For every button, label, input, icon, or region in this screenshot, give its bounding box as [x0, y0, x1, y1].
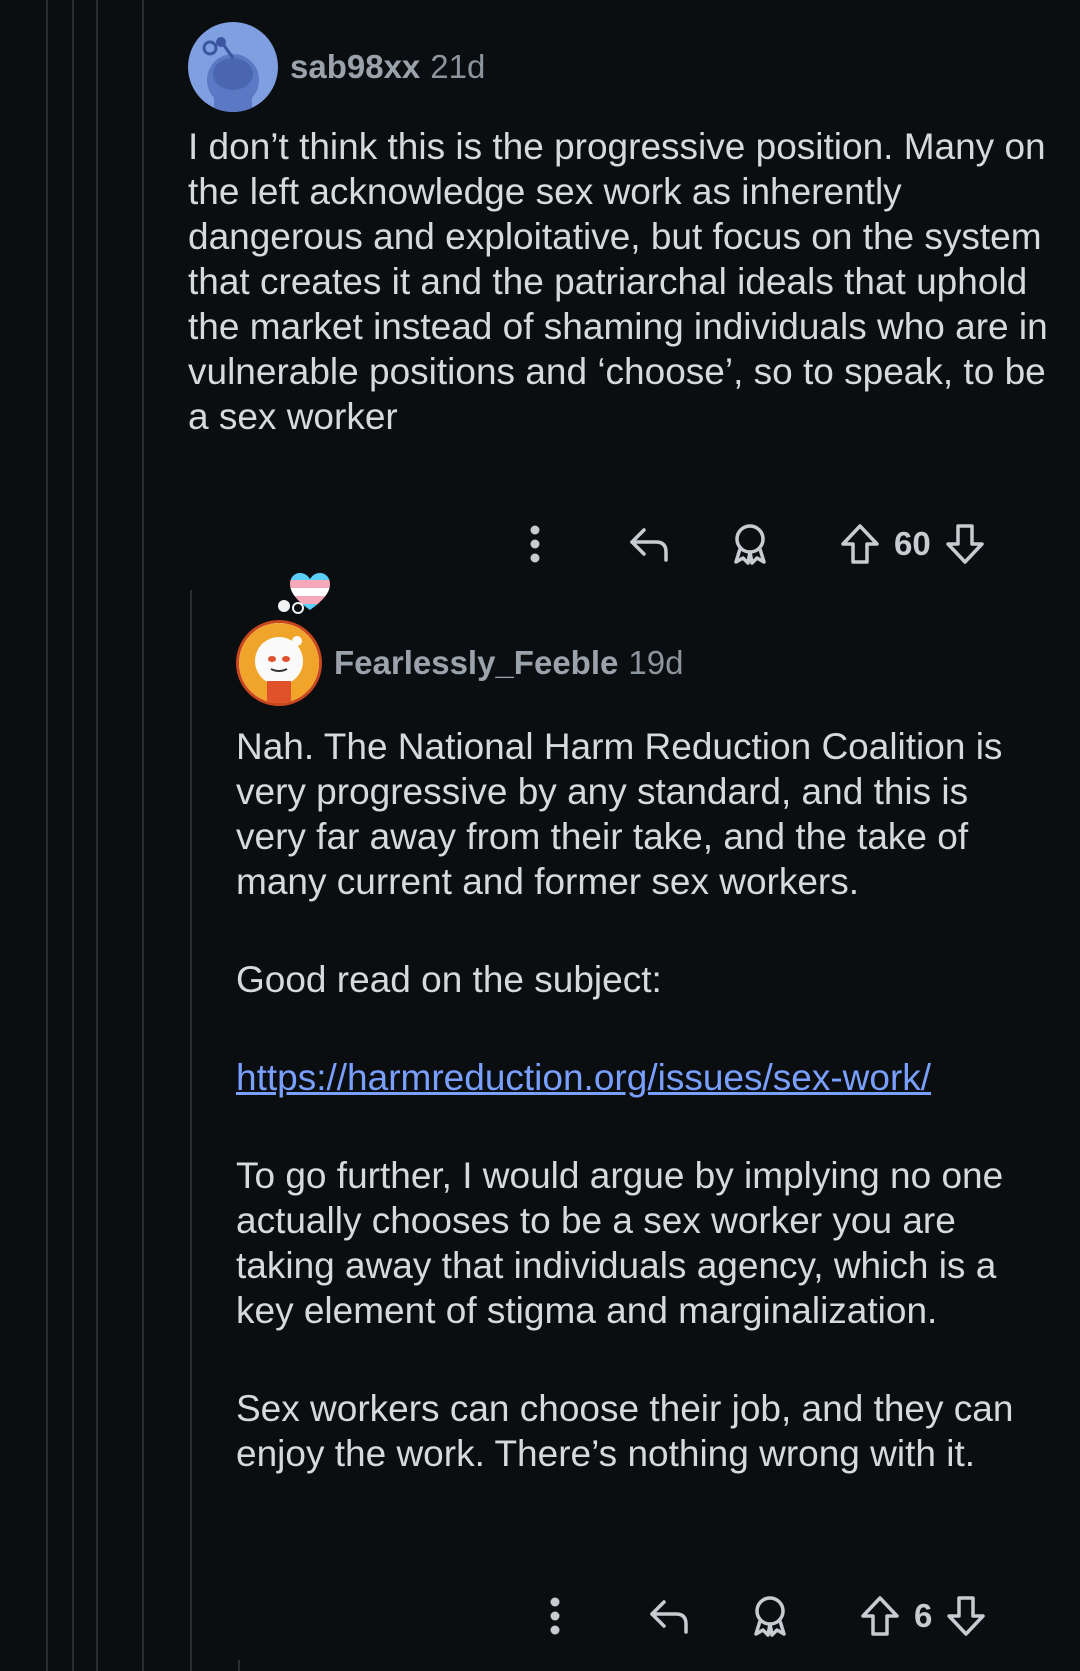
comment-age: 19d — [628, 644, 684, 681]
comment-body: I don’t think this is the progressive po… — [188, 124, 1048, 439]
thread-line — [142, 0, 144, 1671]
comment-paragraph-link: https://harmreduction.org/issues/sex-wor… — [236, 1055, 1048, 1100]
comment-paragraph: I don’t think this is the progressive po… — [188, 126, 1048, 437]
more-vertical-icon[interactable] — [518, 520, 552, 568]
vote-count: 6 — [914, 1597, 933, 1634]
comment-paragraph: Sex workers can choose their job, and th… — [236, 1388, 1014, 1474]
thread-line — [96, 0, 98, 1671]
snoo-avatar-icon[interactable] — [188, 22, 278, 112]
comment-body: Nah. The National Harm Reduction Coaliti… — [236, 724, 1048, 1476]
comment-age: 21d — [430, 48, 486, 85]
comment-paragraph: To go further, I would argue by implying… — [236, 1155, 1004, 1331]
award-icon[interactable] — [746, 1592, 794, 1640]
comment-paragraph: Nah. The National Harm Reduction Coaliti… — [236, 726, 1003, 902]
thread-line — [72, 0, 74, 1671]
award-icon[interactable] — [726, 520, 774, 568]
comment: sab98xx 21d I don’t think this is the pr… — [188, 22, 1048, 439]
more-vertical-icon[interactable] — [538, 1592, 572, 1640]
comment: Fearlessly_Feeble 19d Nah. The National … — [236, 568, 1048, 1476]
thread-line — [238, 1660, 240, 1671]
vote-count: 60 — [894, 525, 931, 562]
username[interactable]: sab98xx — [290, 48, 420, 86]
external-link[interactable]: https://harmreduction.org/issues/sex-wor… — [236, 1057, 931, 1098]
downvote-icon[interactable] — [942, 1592, 990, 1640]
snoo-avatar-icon[interactable] — [236, 620, 322, 706]
comment-header: Fearlessly_Feeble 19d — [236, 620, 1048, 706]
comment-actions: 60 — [518, 520, 989, 568]
downvote-icon[interactable] — [941, 520, 989, 568]
comment-header: sab98xx 21d — [188, 22, 1048, 112]
username[interactable]: Fearlessly_Feeble — [334, 644, 618, 682]
upvote-icon[interactable] — [836, 520, 884, 568]
thread-line — [46, 0, 48, 1671]
upvote-icon[interactable] — [856, 1592, 904, 1640]
comment-paragraph: Good read on the subject: — [236, 959, 662, 1000]
reply-icon[interactable] — [624, 520, 672, 568]
thread-line — [190, 590, 192, 1671]
comment-actions: 6 — [538, 1592, 990, 1640]
reply-icon[interactable] — [644, 1592, 692, 1640]
